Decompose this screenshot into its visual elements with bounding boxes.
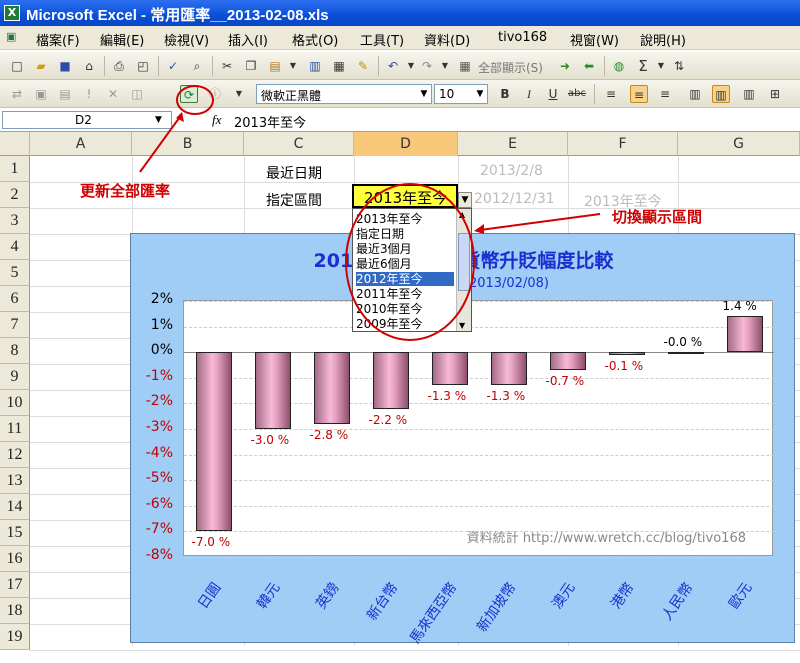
switch-arrowhead bbox=[474, 224, 484, 234]
annotation-refresh-label: 更新全部匯率 bbox=[80, 182, 171, 200]
refresh-highlight-ellipse bbox=[176, 85, 214, 115]
annotation-layer bbox=[139, 85, 601, 341]
dropdown-highlight-ellipse bbox=[345, 183, 475, 341]
refresh-arrow bbox=[139, 113, 183, 173]
switch-arrow bbox=[479, 213, 601, 231]
annotation-switch-label: 切換顯示區間 bbox=[612, 208, 703, 226]
